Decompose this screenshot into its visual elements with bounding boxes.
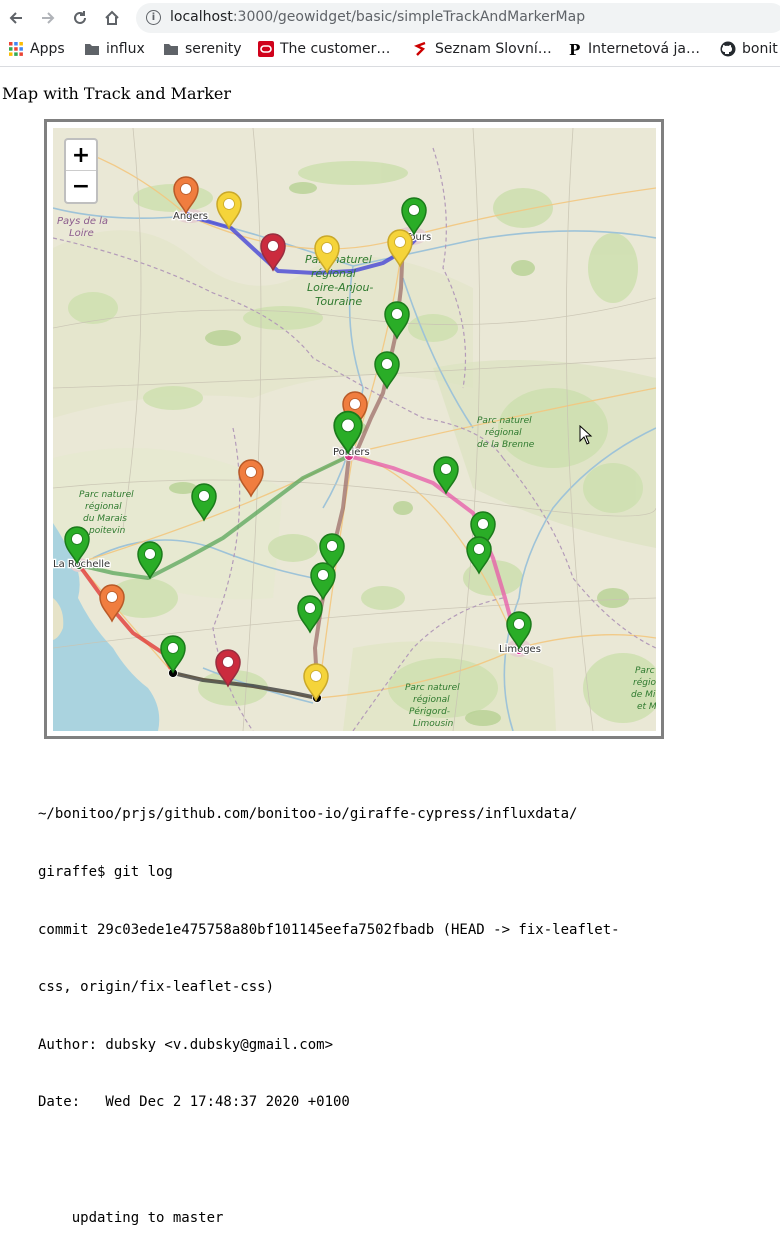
map-marker-green[interactable] (333, 410, 363, 455)
map-frame: Angers Pays de la Loire Tours Parc naturel ré… (44, 119, 664, 739)
map-marker-green[interactable] (384, 301, 410, 340)
terminal-line: commit 29c03ede1e475758a80bf101145eefa75… (38, 921, 620, 938)
map-marker-green[interactable] (506, 611, 532, 650)
bookmark-customer[interactable]: The customer… (258, 41, 390, 57)
map-marker-red[interactable] (260, 233, 286, 272)
map-marker-green[interactable] (466, 536, 492, 575)
terminal-line: giraffe$ git log (38, 864, 173, 881)
folder-icon (85, 44, 99, 55)
bookmark-label: serenity (185, 41, 242, 57)
map-canvas[interactable]: Angers Pays de la Loire Tours Parc naturel ré… (53, 128, 656, 731)
bookmark-label: The customer… (280, 41, 391, 57)
zoom-control: + − (64, 138, 98, 204)
zoom-in-button[interactable]: + (66, 140, 96, 171)
terminal-line: ~/bonitoo/prjs/github.com/bonitoo-io/gir… (38, 806, 578, 823)
bookmark-label: Seznam Slovní… (435, 41, 552, 57)
terminal-line: Author: dubsky <v.dubsky@gmail.com> (38, 1036, 334, 1053)
url-host: localhost (170, 9, 233, 25)
map-marker-yellow[interactable] (216, 191, 242, 230)
svg-text:P: P (569, 41, 580, 57)
map-marker-orange[interactable] (238, 459, 264, 498)
folder-icon (164, 44, 178, 55)
bookmark-github[interactable]: bonit (720, 41, 778, 57)
bookmark-internetova[interactable]: P Internetová ja… (566, 41, 700, 57)
mouse-cursor-icon (579, 425, 593, 445)
map-marker-yellow[interactable] (314, 235, 340, 274)
reload-icon[interactable] (68, 6, 92, 30)
map-marker-orange[interactable] (99, 584, 125, 623)
terminal-line: css, origin/fix-leaflet-css) (38, 979, 275, 996)
info-icon[interactable]: i (146, 10, 161, 25)
github-icon (720, 41, 736, 57)
map-marker-green[interactable] (137, 541, 163, 580)
bookmark-serenity[interactable]: serenity (163, 41, 242, 57)
bookmark-label: Internetová ja… (588, 41, 700, 57)
map-marker-orange[interactable] (173, 176, 199, 215)
map-marker-green[interactable] (401, 197, 427, 236)
zoom-out-button[interactable]: − (66, 171, 96, 201)
map-marker-red[interactable] (215, 649, 241, 688)
page-title: Map with Track and Marker (2, 84, 232, 103)
oracle-icon (258, 41, 274, 57)
bookmark-influx[interactable]: influx (84, 41, 145, 57)
p-icon: P (569, 41, 580, 57)
bookmark-label: bonit (742, 41, 778, 57)
bookmark-apps[interactable]: Apps (8, 41, 65, 57)
bookmarks-bar: Apps influx serenity The customer… Sezna… (0, 36, 780, 67)
url-text: localhost:3000/geowidget/basic/simpleTra… (170, 9, 585, 25)
bookmark-label: influx (106, 41, 145, 57)
map-marker-green[interactable] (374, 351, 400, 390)
map-marker-yellow[interactable] (387, 229, 413, 268)
seznam-icon (414, 41, 426, 56)
bookmark-seznam[interactable]: Seznam Slovní… (413, 41, 552, 57)
back-arrow-icon[interactable] (4, 6, 28, 30)
terminal-output: ~/bonitoo/prjs/github.com/bonitoo-io/gir… (38, 767, 738, 1247)
map-marker-green[interactable] (297, 595, 323, 634)
terminal-line: updating to master (38, 1209, 224, 1226)
map-marker-green[interactable] (191, 483, 217, 522)
marker-layer (64, 176, 532, 702)
apps-grid-icon (9, 42, 23, 56)
bookmark-label: Apps (30, 41, 65, 57)
browser-toolbar: i localhost:3000/geowidget/basic/simpleT… (0, 0, 780, 36)
map-marker-yellow[interactable] (303, 663, 329, 702)
address-bar[interactable]: i localhost:3000/geowidget/basic/simpleT… (136, 3, 780, 33)
map-marker-green[interactable] (160, 635, 186, 674)
map-marker-green[interactable] (310, 562, 336, 601)
forward-arrow-icon[interactable] (36, 6, 60, 30)
url-path: :3000/geowidget/basic/simpleTrackAndMark… (232, 9, 586, 25)
map-marker-green[interactable] (64, 526, 90, 565)
terminal-line: Date: Wed Dec 2 17:48:37 2020 +0100 (38, 1094, 350, 1111)
home-icon[interactable] (100, 6, 124, 30)
map-marker-green[interactable] (433, 456, 459, 495)
